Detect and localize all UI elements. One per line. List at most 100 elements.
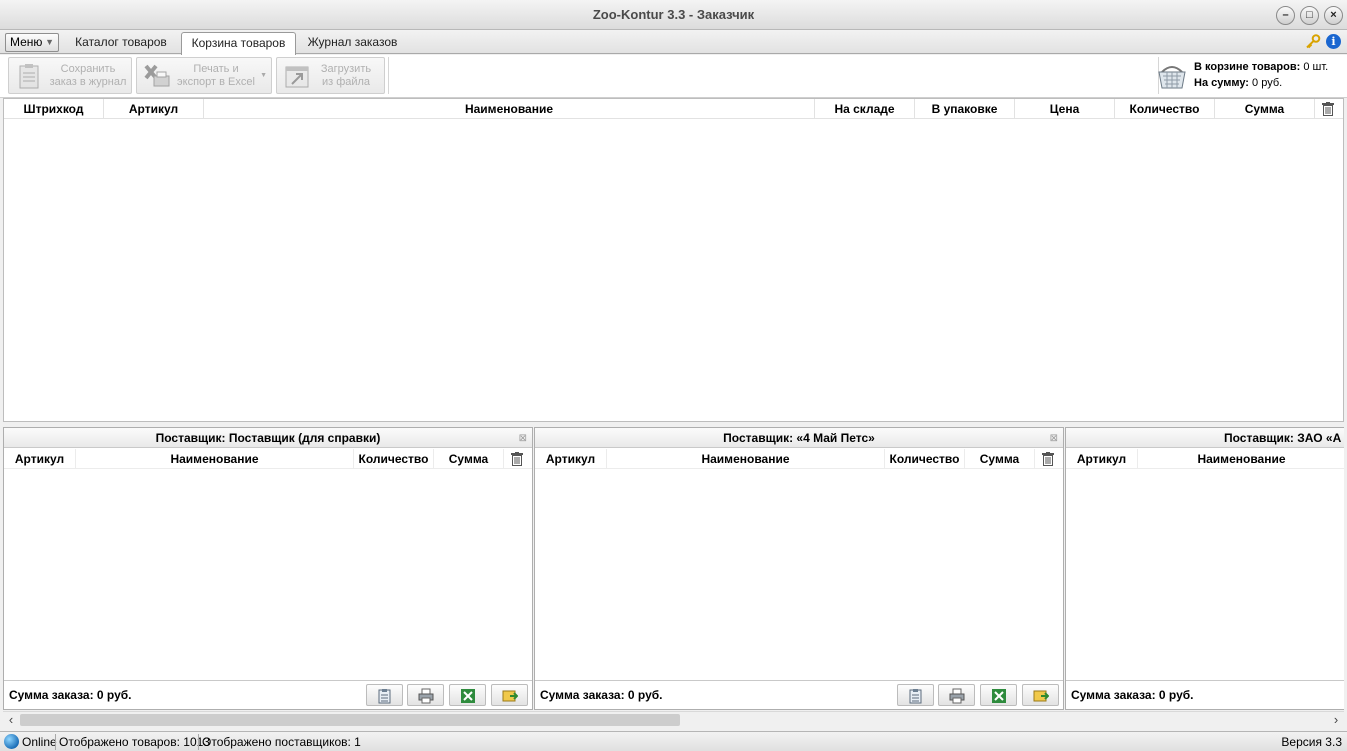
send-icon: [502, 690, 518, 702]
col-name[interactable]: Наименование: [1138, 449, 1345, 469]
excel-icon: [992, 689, 1006, 703]
supplier-grid-header: Артикул Наименование Количество Сумма: [535, 449, 1063, 469]
tab-cart[interactable]: Корзина товаров: [181, 32, 296, 55]
status-suppliers-shown: Отображено поставщиков: 1: [202, 735, 361, 749]
col-quantity[interactable]: Количество: [1115, 99, 1215, 119]
globe-icon: [4, 734, 19, 749]
tab-journal[interactable]: Журнал заказов: [300, 32, 405, 54]
printer-icon: [418, 688, 434, 704]
order-total: Сумма заказа: 0 руб.: [1071, 688, 1194, 702]
dropdown-arrow-icon: ▼: [260, 72, 267, 79]
load-file-icon: [285, 66, 309, 88]
minimize-icon[interactable]: –: [1276, 6, 1295, 25]
col-name[interactable]: Наименование: [204, 99, 815, 119]
col-article[interactable]: Артикул: [104, 99, 204, 119]
info-icon[interactable]: i: [1326, 34, 1341, 49]
col-sum[interactable]: Сумма: [434, 449, 504, 469]
send-icon: [1033, 690, 1049, 702]
grid-header: Штрихкод Артикул Наименование На складе …: [4, 99, 1343, 119]
col-quantity[interactable]: Количество: [354, 449, 434, 469]
print-button[interactable]: [407, 684, 444, 706]
menu-button[interactable]: Меню ▼: [5, 33, 59, 52]
status-bar: Online Отображено товаров: 1013 Отображе…: [0, 731, 1347, 751]
col-article[interactable]: Артикул: [4, 449, 76, 469]
clipboard-icon: [19, 64, 39, 89]
order-total: Сумма заказа: 0 руб.: [9, 688, 132, 702]
send-order-button[interactable]: [1022, 684, 1059, 706]
cart-sum-label: На сумму:: [1194, 77, 1249, 89]
horizontal-scrollbar[interactable]: ‹ ›: [3, 711, 1344, 728]
load-from-file-button[interactable]: Загрузить из файла: [276, 57, 385, 94]
save-order-label-2: заказ в журнал: [49, 76, 127, 88]
status-online: Online: [22, 735, 57, 749]
trash-icon[interactable]: [511, 452, 523, 466]
col-barcode[interactable]: Штрихкод: [4, 99, 104, 119]
col-sum[interactable]: Сумма: [1215, 99, 1315, 119]
print-export-label-1: Печать и: [193, 63, 239, 75]
excel-icon: [461, 689, 475, 703]
printer-icon: [949, 688, 965, 704]
supplier-grid-header: Артикул Наименование Количество Сумма: [4, 449, 532, 469]
clipboard-icon: [378, 689, 391, 704]
tab-catalog[interactable]: Каталог товаров: [66, 32, 176, 54]
cart-items-grid[interactable]: Штрихкод Артикул Наименование На складе …: [3, 98, 1344, 422]
cart-items-label: В корзине товаров:: [1194, 61, 1301, 73]
clipboard-icon: [909, 689, 922, 704]
save-order-button[interactable]: [366, 684, 403, 706]
supplier-footer: Сумма заказа: 0 руб.: [4, 680, 532, 709]
supplier-title: Поставщик: ЗАО «А: [1066, 428, 1344, 448]
menu-label: Меню: [10, 35, 43, 49]
scroll-left-icon[interactable]: ‹: [3, 712, 19, 728]
print-export-button[interactable]: Печать и экспорт в Excel ▼: [136, 57, 272, 94]
col-quantity[interactable]: Количество: [885, 449, 965, 469]
basket-icon: [1158, 66, 1186, 89]
key-icon[interactable]: [1305, 34, 1321, 54]
toolbar-separator: [388, 57, 389, 94]
status-divider: [55, 734, 56, 750]
col-price[interactable]: Цена: [1015, 99, 1115, 119]
scrollbar-thumb[interactable]: [20, 714, 680, 726]
load-file-label-1: Загрузить: [320, 63, 372, 75]
load-file-label-2: из файла: [321, 76, 371, 88]
supplier-grid-header: Артикул Наименование: [1066, 449, 1344, 469]
toolbar: Сохранить заказ в журнал Печать и экспор…: [0, 55, 1347, 98]
scroll-right-icon[interactable]: ›: [1328, 712, 1344, 728]
send-order-button[interactable]: [491, 684, 528, 706]
close-icon[interactable]: ⊠: [1050, 433, 1058, 444]
cart-items-value: 0 шт.: [1303, 61, 1329, 73]
title-bar: Zoo-Kontur 3.3 - Заказчик – □ ×: [0, 0, 1347, 30]
tab-bar: Меню ▼ Каталог товаров Корзина товаров Ж…: [0, 30, 1347, 55]
col-name[interactable]: Наименование: [607, 449, 885, 469]
close-icon[interactable]: ×: [1324, 6, 1343, 25]
print-button[interactable]: [938, 684, 975, 706]
export-excel-button[interactable]: [980, 684, 1017, 706]
status-items-shown: Отображено товаров: 1013: [59, 735, 210, 749]
save-order-button[interactable]: [897, 684, 934, 706]
export-excel-button[interactable]: [449, 684, 486, 706]
col-name[interactable]: Наименование: [76, 449, 354, 469]
trash-icon[interactable]: [1322, 102, 1334, 116]
col-article[interactable]: Артикул: [535, 449, 607, 469]
supplier-title: Поставщик: «4 Май Петс»: [535, 428, 1063, 448]
status-version: Версия 3.3: [1281, 735, 1342, 749]
order-total: Сумма заказа: 0 руб.: [540, 688, 663, 702]
col-article[interactable]: Артикул: [1066, 449, 1138, 469]
status-divider: [198, 734, 199, 750]
col-pack[interactable]: В упаковке: [915, 99, 1015, 119]
close-icon[interactable]: ⊠: [519, 433, 527, 444]
col-sum[interactable]: Сумма: [965, 449, 1035, 469]
print-export-label-2: экспорт в Excel: [177, 76, 255, 88]
supplier-panel: Поставщик: Поставщик (для справки) ⊠ Арт…: [3, 427, 533, 710]
save-order-button[interactable]: Сохранить заказ в журнал: [8, 57, 132, 94]
supplier-footer: Сумма заказа: 0 руб.: [1066, 680, 1344, 709]
save-order-label-1: Сохранить: [60, 63, 116, 75]
cart-sum-value: 0 руб.: [1252, 77, 1283, 89]
col-in-stock[interactable]: На складе: [815, 99, 915, 119]
supplier-title: Поставщик: Поставщик (для справки): [4, 428, 532, 448]
trash-icon[interactable]: [1042, 452, 1054, 466]
supplier-footer: Сумма заказа: 0 руб.: [535, 680, 1063, 709]
supplier-panel: Поставщик: «4 Май Петс» ⊠ Артикул Наимен…: [534, 427, 1064, 710]
cart-summary: В корзине товаров: 0 шт. На сумму: 0 руб…: [1156, 58, 1341, 94]
window-title: Zoo-Kontur 3.3 - Заказчик: [592, 7, 755, 22]
maximize-icon[interactable]: □: [1300, 6, 1319, 25]
